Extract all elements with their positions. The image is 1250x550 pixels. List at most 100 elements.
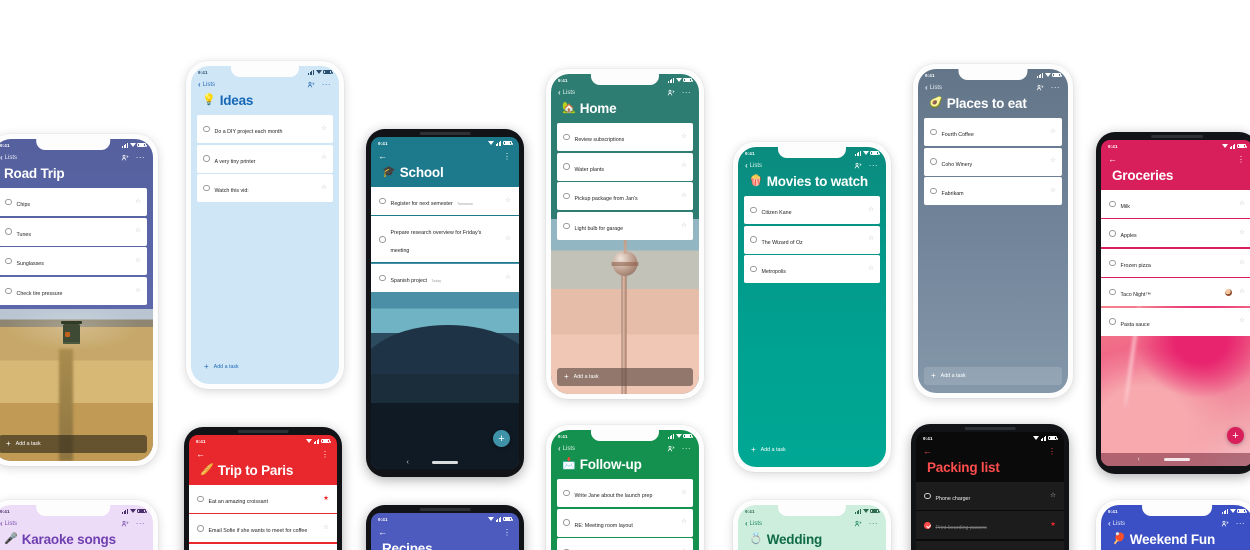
checkbox-icon[interactable] xyxy=(924,522,931,529)
star-icon[interactable]: ☆ xyxy=(1239,200,1245,208)
checkbox-icon[interactable] xyxy=(563,163,570,170)
task-row[interactable]: Taco Night™ ☆ xyxy=(1101,278,1250,307)
star-icon[interactable]: ☆ xyxy=(1239,318,1245,325)
star-icon[interactable]: ☆ xyxy=(868,236,874,243)
star-icon[interactable]: ☆ xyxy=(1239,288,1245,296)
task-row[interactable]: Eat an amazing croissant ★ xyxy=(189,485,337,513)
share-person-icon[interactable] xyxy=(121,520,129,528)
task-row[interactable]: RE: Meeting room layout ☆ xyxy=(557,508,693,537)
star-icon[interactable]: ★ xyxy=(323,495,329,503)
star-icon[interactable]: ☆ xyxy=(1239,259,1245,267)
task-row[interactable]: Fourth Coffee ☆ xyxy=(924,118,1062,146)
star-icon[interactable]: ☆ xyxy=(681,192,687,200)
star-icon[interactable]: ★ xyxy=(1050,522,1056,529)
checkbox-icon[interactable] xyxy=(563,192,570,200)
back-to-lists-link[interactable]: ‹ Lists xyxy=(558,89,575,97)
nav-back-icon[interactable]: ‹ xyxy=(1137,456,1139,463)
task-row[interactable]: The Wizard of Oz ☆ xyxy=(744,225,880,254)
checkbox-icon[interactable] xyxy=(1109,230,1116,237)
task-row[interactable]: Watch this vid: ☆ xyxy=(197,174,333,203)
task-row[interactable]: Book a hotel ☆ xyxy=(189,543,337,550)
back-to-lists-link[interactable]: ‹ Lists xyxy=(925,84,942,92)
task-row[interactable]: Milk ☆ xyxy=(1101,190,1250,218)
checkbox-icon[interactable] xyxy=(5,228,12,235)
more-options-icon[interactable]: ··· xyxy=(1051,84,1060,92)
checkbox-icon[interactable] xyxy=(563,489,570,497)
add-task-fab[interactable]: + xyxy=(493,430,510,447)
more-options-icon[interactable]: ··· xyxy=(869,520,878,528)
star-icon[interactable]: ☆ xyxy=(135,228,141,235)
task-row[interactable]: Tunes ☆ xyxy=(0,217,147,246)
more-options-icon[interactable]: ··· xyxy=(136,520,145,528)
star-icon[interactable]: ☆ xyxy=(681,222,687,230)
star-icon[interactable]: ☆ xyxy=(1050,128,1056,136)
share-person-icon[interactable] xyxy=(667,445,675,453)
checkbox-icon[interactable] xyxy=(930,158,937,165)
task-row[interactable]: Write Jane about the launch prep ☆ xyxy=(557,479,693,507)
star-icon[interactable]: ☆ xyxy=(681,133,687,141)
share-person-icon[interactable] xyxy=(307,81,315,89)
share-person-icon[interactable] xyxy=(854,520,862,528)
share-person-icon[interactable] xyxy=(1036,84,1044,92)
add-task-button[interactable]: + Add a task xyxy=(197,358,333,376)
task-row[interactable]: Check tire pressure ☆ xyxy=(0,276,147,305)
star-icon[interactable]: ☆ xyxy=(323,525,329,532)
checkbox-icon[interactable] xyxy=(197,495,204,503)
more-options-icon[interactable]: ··· xyxy=(1236,520,1245,528)
overflow-menu-icon[interactable]: ⋮ xyxy=(1048,447,1056,456)
checkbox-icon[interactable] xyxy=(379,197,386,205)
star-icon[interactable]: ☆ xyxy=(135,287,141,295)
overflow-menu-icon[interactable]: ⋮ xyxy=(503,528,511,537)
star-icon[interactable]: ☆ xyxy=(1050,187,1056,195)
star-icon[interactable]: ☆ xyxy=(505,274,511,282)
checkbox-icon[interactable] xyxy=(1109,288,1116,296)
back-arrow-icon[interactable]: ← xyxy=(196,450,205,459)
checkbox-icon[interactable] xyxy=(5,257,12,265)
nav-home-pill[interactable] xyxy=(432,461,458,464)
checkbox-icon[interactable] xyxy=(750,265,757,273)
share-person-icon[interactable] xyxy=(854,162,862,170)
star-icon[interactable]: ☆ xyxy=(681,489,687,497)
back-to-lists-link[interactable]: ‹ Lists xyxy=(0,520,17,528)
checkbox-icon[interactable] xyxy=(203,125,210,133)
overflow-menu-icon[interactable]: ⋮ xyxy=(503,152,511,161)
share-person-icon[interactable] xyxy=(667,89,675,97)
checkbox-icon[interactable] xyxy=(197,525,204,532)
task-row[interactable]: Updated mobile plan ☆ xyxy=(557,538,693,550)
share-person-icon[interactable] xyxy=(121,154,129,162)
checkbox-icon[interactable] xyxy=(930,128,937,136)
back-arrow-icon[interactable]: ← xyxy=(923,447,932,456)
task-row[interactable]: Metropolis ☆ xyxy=(744,255,880,284)
checkbox-icon[interactable] xyxy=(750,236,757,243)
add-task-button[interactable]: + Add a task xyxy=(924,367,1062,385)
add-task-fab[interactable]: + xyxy=(1227,427,1244,444)
back-arrow-icon[interactable]: ← xyxy=(1108,155,1117,164)
checkbox-icon[interactable] xyxy=(1109,259,1116,267)
checkbox-icon[interactable] xyxy=(563,222,570,230)
star-icon[interactable]: ☆ xyxy=(681,519,687,526)
checkbox-icon[interactable] xyxy=(379,274,386,282)
task-row[interactable]: Phone charger ☆ xyxy=(916,482,1064,510)
task-row[interactable]: A very tiny printer ☆ xyxy=(197,144,333,173)
star-icon[interactable]: ☆ xyxy=(1050,158,1056,165)
task-row[interactable]: Apples ☆ xyxy=(1101,219,1250,248)
star-icon[interactable]: ☆ xyxy=(321,125,327,133)
task-row[interactable]: Fabrikam ☆ xyxy=(924,177,1062,206)
add-task-button[interactable]: + Add a task xyxy=(744,441,880,459)
task-row[interactable]: Coho Winery ☆ xyxy=(924,147,1062,176)
more-options-icon[interactable]: ··· xyxy=(682,445,691,453)
back-to-lists-link[interactable]: ‹ Lists xyxy=(0,154,17,162)
star-icon[interactable]: ☆ xyxy=(681,163,687,170)
back-to-lists-link[interactable]: ‹ Lists xyxy=(1108,520,1125,528)
task-row[interactable]: Sunglasses ☆ xyxy=(0,247,147,276)
back-arrow-icon[interactable]: ← xyxy=(378,528,387,537)
checkbox-icon[interactable] xyxy=(5,198,12,206)
task-row[interactable]: Print boarding passes ★ xyxy=(916,511,1064,540)
back-to-lists-link[interactable]: ‹ Lists xyxy=(745,520,762,528)
task-row[interactable]: Review subscriptions ☆ xyxy=(557,123,693,151)
star-icon[interactable]: ☆ xyxy=(505,236,511,243)
checkbox-icon[interactable] xyxy=(750,206,757,214)
checkbox-icon[interactable] xyxy=(924,492,931,500)
add-task-button[interactable]: + Add a task xyxy=(557,368,693,386)
task-row[interactable]: Chips ☆ xyxy=(0,188,147,216)
